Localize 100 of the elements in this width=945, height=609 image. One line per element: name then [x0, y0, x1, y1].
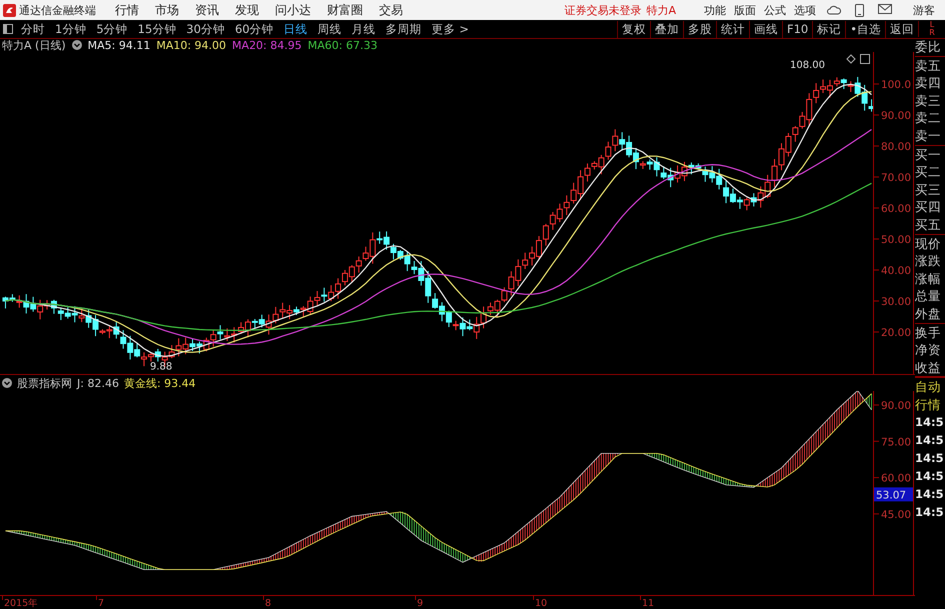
oscillator-fill	[866, 391, 874, 410]
mail-icon[interactable]	[878, 4, 892, 14]
axis-label: 7	[98, 598, 104, 608]
period-tab[interactable]: 分时	[16, 22, 50, 36]
axis-label: 90.00	[880, 110, 911, 122]
quote-field-label: 现价	[915, 234, 942, 252]
axis-label: 100.0	[880, 79, 911, 91]
axis-label: 70.00	[880, 172, 911, 184]
period-tab[interactable]: 月线	[346, 22, 381, 36]
menu-item[interactable]: 交易	[371, 2, 411, 18]
side-tab[interactable]: R	[929, 29, 935, 37]
quote-field-label: 净资	[915, 341, 942, 359]
axis-label: 9	[417, 598, 424, 608]
menu-item[interactable]: 公式	[760, 2, 790, 18]
quote-field-label: 买五	[915, 216, 942, 234]
quote-field-label: 外盘	[915, 304, 942, 322]
menu-item[interactable]: 问小达	[267, 2, 319, 18]
current-value-badge: 53.07	[874, 487, 913, 502]
menu-item[interactable]: 财富圈	[319, 2, 371, 18]
axis-label: 11	[642, 598, 654, 608]
quote-field-label: 卖二	[915, 109, 942, 127]
trade-time: 14:5	[915, 468, 945, 486]
ma-value: MA5: 94.11	[88, 38, 150, 52]
period-tab[interactable]: 5分钟	[91, 22, 133, 36]
menu-item[interactable]: 版面	[730, 2, 760, 18]
period-tab[interactable]: 更多 >	[426, 22, 474, 36]
period-tab[interactable]: 15分钟	[132, 22, 182, 36]
quote-field-label: 卖四	[915, 74, 942, 92]
axis-label: 80.00	[880, 141, 911, 153]
menu-item[interactable]: 市场	[147, 2, 187, 18]
stock-name: 特力A	[646, 2, 676, 18]
app-title: 通达信金融终端	[19, 2, 96, 18]
trade-time: 14:5	[915, 414, 945, 432]
period-tab[interactable]: 周线	[312, 22, 347, 36]
toolbar-button[interactable]: 标记	[812, 20, 846, 38]
quote-field-label: 涨幅	[915, 270, 942, 288]
chart-title: 特力A (日线)	[2, 38, 66, 52]
ma-value: MA20: 84.95	[232, 38, 302, 52]
menu-item[interactable]: 功能	[700, 2, 730, 18]
panel-toggle-icon[interactable]	[3, 24, 13, 34]
period-tab[interactable]: 1分钟	[50, 22, 92, 36]
toolbar-button[interactable]: 复权	[616, 20, 650, 38]
period-tab[interactable]: 30分钟	[181, 22, 230, 36]
period-tab[interactable]: 60分钟	[230, 22, 279, 36]
high-price-label: 108.00	[790, 60, 825, 72]
axis-label: 30.00	[880, 296, 911, 308]
diamond-icon[interactable]	[846, 54, 856, 64]
low-price-label: 9.88	[150, 361, 172, 372]
user-name[interactable]: 游客	[913, 2, 935, 18]
axis-label: 60.00	[880, 472, 911, 485]
quote-field-label: 卖五	[915, 56, 942, 74]
axis-label: 50.00	[880, 234, 911, 246]
axis-label: 90.00	[880, 400, 911, 412]
quote-field-label: 收益	[915, 358, 942, 376]
period-tab[interactable]: 日线	[278, 22, 313, 36]
toolbar-button[interactable]: 返回	[885, 20, 918, 38]
period-tab[interactable]: 多周期	[380, 22, 427, 36]
toolbar-button[interactable]: 多股	[682, 20, 716, 38]
phone-icon[interactable]	[855, 4, 864, 16]
quote-field-label: 委比	[915, 38, 942, 56]
side-tab[interactable]: L	[930, 21, 934, 29]
menu-item[interactable]: 资讯	[187, 2, 227, 18]
indicator-title: 股票指标网	[17, 376, 72, 391]
axis-label: 40.00	[880, 265, 911, 277]
quote-field-label: 卖三	[915, 92, 942, 110]
toolbar-button[interactable]: F10	[782, 20, 812, 38]
menu-item[interactable]: 选项	[790, 2, 820, 18]
login-status[interactable]: 证券交易未登录	[564, 2, 642, 18]
quote-field-label: 买一	[915, 146, 942, 164]
ma-value: MA10: 94.00	[156, 38, 226, 52]
dropdown-icon[interactable]	[72, 40, 82, 50]
axis-label: 2015年	[4, 598, 38, 608]
quote-field-label: 卖一	[915, 126, 942, 145]
quote-field-label: 总量	[915, 287, 942, 305]
axis-label: 75.00	[880, 436, 911, 448]
trade-time: 14:5	[915, 486, 945, 504]
toolbar-button[interactable]: •自选	[845, 20, 885, 38]
indicator-value: 黄金线: 93.44	[124, 376, 196, 391]
quote-field-label: 买四	[915, 198, 942, 216]
toolbar-button[interactable]: 统计	[716, 20, 749, 38]
panel-mode-tab[interactable]: 自动	[915, 378, 945, 396]
panel-toggle-icon[interactable]	[860, 54, 870, 64]
indicator-value: J: 82.46	[77, 376, 119, 390]
axis-label: 60.00	[880, 203, 911, 215]
ma-value: MA60: 67.33	[308, 38, 378, 52]
app-logo-icon	[3, 4, 16, 16]
trade-time: 14:5	[915, 450, 945, 468]
toolbar-button[interactable]: 叠加	[650, 20, 683, 38]
panel-mode-tab[interactable]: 行情	[915, 396, 945, 414]
quote-field-label: 涨跌	[915, 252, 942, 270]
axis-label: 8	[265, 598, 272, 608]
quote-field-label: 买三	[915, 180, 942, 198]
axis-label: 45.00	[880, 508, 911, 521]
cloud-icon[interactable]	[827, 4, 841, 16]
menu-item[interactable]: 行情	[107, 2, 147, 18]
axis-label: 10	[535, 598, 548, 608]
toolbar-button[interactable]: 画线	[748, 20, 782, 38]
dropdown-icon[interactable]	[2, 378, 12, 388]
menu-item[interactable]: 发现	[227, 2, 267, 18]
quote-field-label: 买二	[915, 163, 942, 181]
